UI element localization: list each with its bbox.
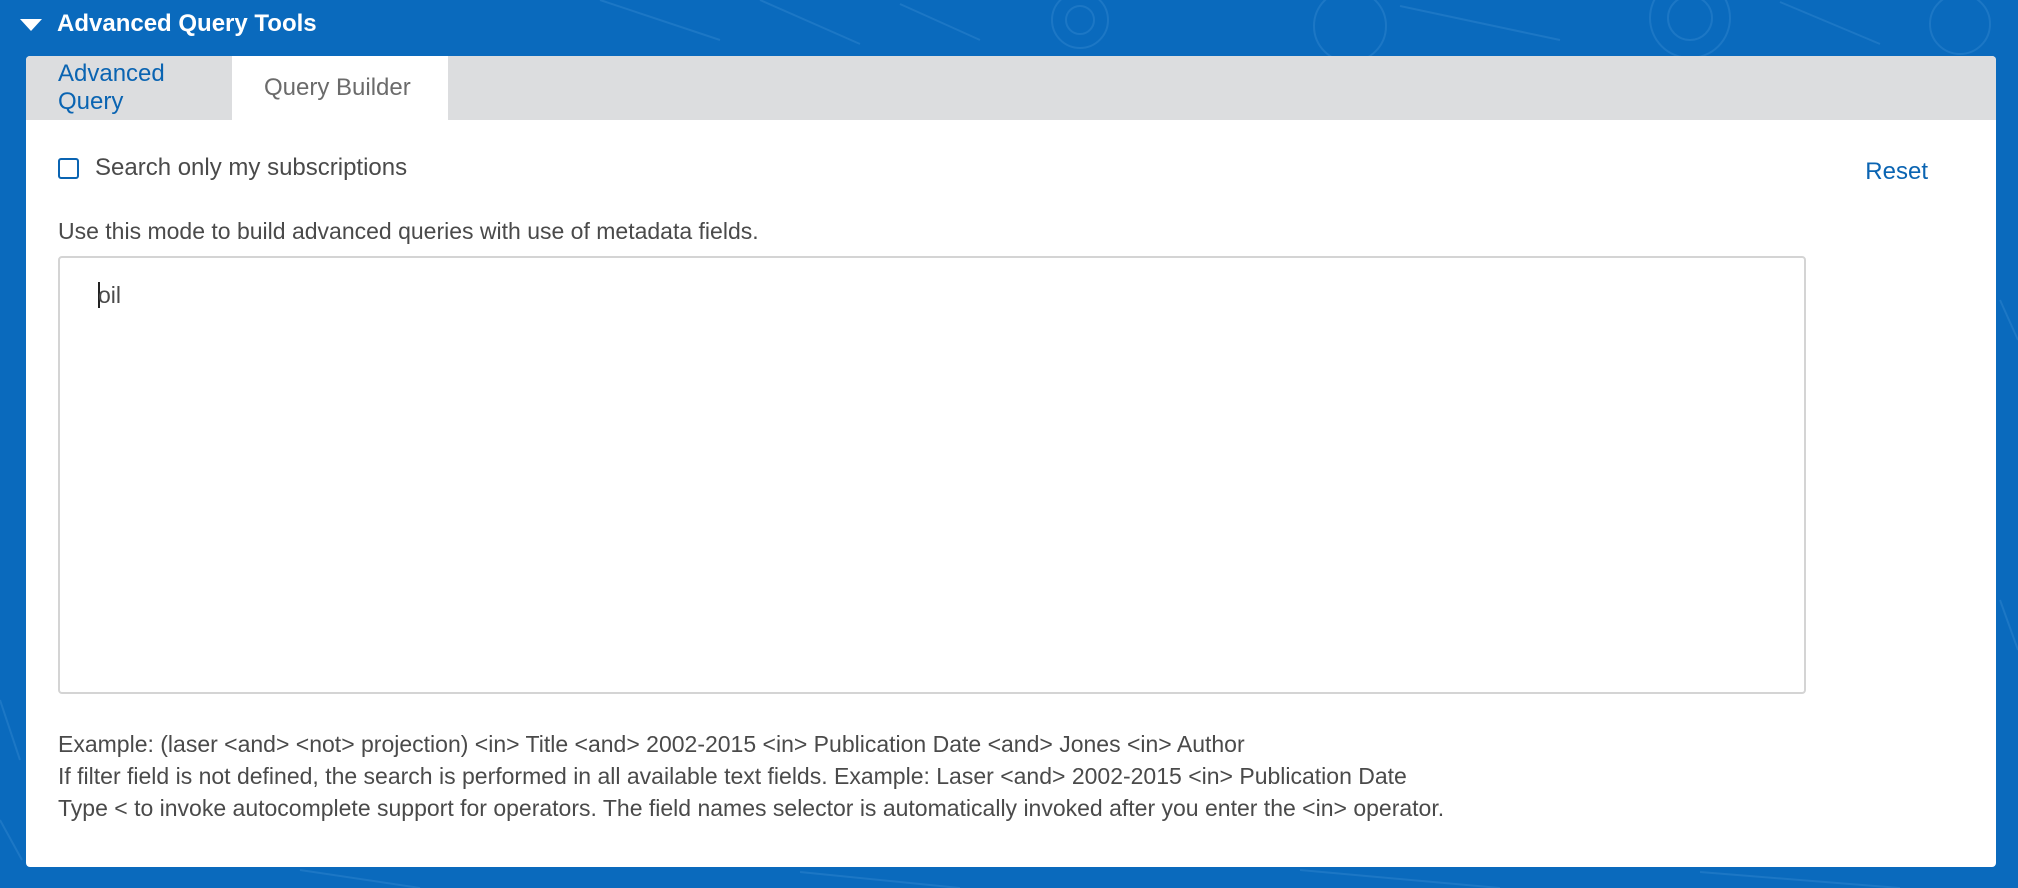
subscriptions-label[interactable]: Search only my subscriptions xyxy=(95,154,407,182)
mode-description: Use this mode to build advanced queries … xyxy=(58,218,759,244)
tab-advanced-query[interactable]: Advanced Query xyxy=(26,56,232,120)
subscriptions-checkbox[interactable] xyxy=(58,157,79,179)
tab-query-builder[interactable]: Query Builder xyxy=(232,56,448,120)
query-value: oil xyxy=(98,282,122,308)
caret-down-icon xyxy=(20,18,42,31)
reset-link[interactable]: Reset xyxy=(1865,158,1928,186)
panel-title: Advanced Query Tools xyxy=(57,10,317,37)
query-tools-card: Advanced Query Query Builder Search only… xyxy=(26,56,1996,867)
subscriptions-option: Search only my subscriptions xyxy=(58,154,407,182)
help-text: Example: (laser <and> <not> projection) … xyxy=(58,728,1444,824)
help-autocomplete-line: Type < to invoke autocomplete support fo… xyxy=(58,795,1445,821)
tab-bar: Advanced Query Query Builder xyxy=(26,56,1996,120)
query-input[interactable]: oil xyxy=(58,256,1806,694)
help-example-line: Example: (laser <and> <not> projection) … xyxy=(58,731,1245,757)
panel-toggle[interactable]: Advanced Query Tools xyxy=(20,8,317,40)
help-filter-line: If filter field is not defined, the sear… xyxy=(58,763,1407,789)
